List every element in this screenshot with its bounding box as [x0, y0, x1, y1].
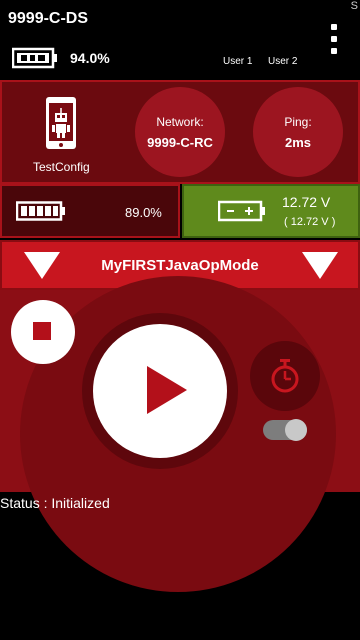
voltage-sub-value: ( 12.72 V ) — [284, 216, 336, 228]
opmode-name: MyFIRSTJavaOpMode — [101, 257, 259, 274]
play-icon — [147, 366, 187, 414]
overflow-menu-icon[interactable] — [330, 24, 338, 54]
voltage-panel — [182, 184, 360, 238]
active-config-label: TestConfig — [33, 160, 90, 174]
voltage-value: 12.72 V — [282, 194, 331, 210]
timer-toggle-knob[interactable] — [285, 419, 307, 441]
phone-battery-icon — [12, 47, 57, 69]
driver-station-name: 9999-C-DS — [8, 10, 89, 27]
ping-label: Ping: — [284, 114, 312, 129]
ping-indicator: Ping: 2ms — [253, 87, 343, 177]
robot-phone-icon[interactable] — [44, 96, 78, 150]
ping-value: 2ms — [284, 134, 312, 150]
network-value: 9999-C-RC — [147, 134, 213, 150]
stop-icon — [33, 322, 51, 340]
voltage-battery-icon — [218, 200, 265, 222]
status-text: Status : Initialized — [0, 495, 110, 511]
user1-label: User 1 — [223, 56, 253, 67]
timer-icon — [271, 359, 299, 393]
robot-battery-percent: 89.0% — [125, 205, 162, 220]
network-label: Network: — [156, 114, 204, 129]
network-indicator: Network: 9999-C-RC — [135, 87, 225, 177]
user2-label: User 2 — [268, 56, 298, 67]
corner-letter: S — [350, 0, 358, 12]
robot-battery-icon — [16, 201, 65, 221]
ds-battery-percent: 94.0% — [70, 50, 110, 66]
